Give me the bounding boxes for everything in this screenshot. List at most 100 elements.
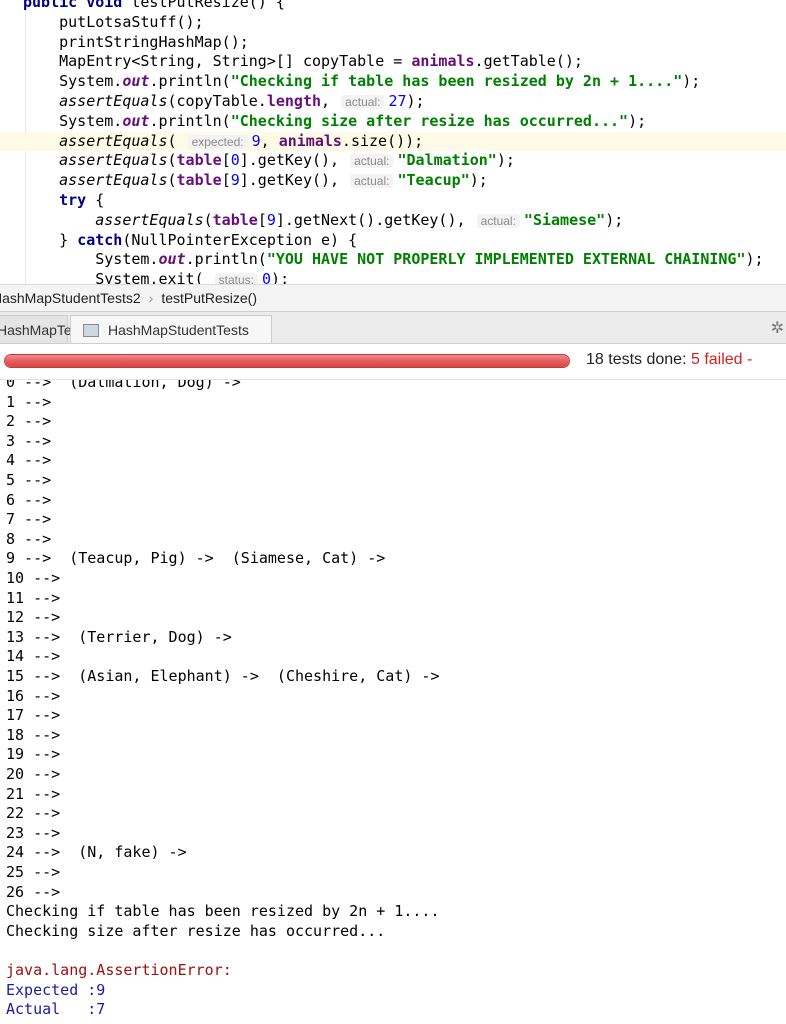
code-token: ); [496,151,515,170]
console-table-line: 21 --> [6,784,61,803]
code-line: assertEquals(table[9].getNext().getKey()… [0,211,786,231]
console-table-line: 23 --> [6,823,61,842]
console-table-line: 14 --> [6,647,61,666]
parameter-hint: actual: [476,213,520,228]
code-line: assertEquals(table[0].getKey(), actual: "… [0,151,786,171]
assertion-error-header: java.lang.AssertionError: [6,961,232,979]
code-line: assertEquals(copyTable.length, actual: 27… [0,92,786,112]
expected-value-line: Expected :9 [6,980,106,999]
console-output[interactable]: 0 --> (Dalmation, Dog) -> 1 --> 2 --> 3 -->… [0,380,786,1024]
code-line: assertEquals(table[9].getKey(), actual: "… [0,171,786,191]
console-table-line: 22 --> [6,804,61,823]
console-table-line: 3 --> [6,431,52,450]
code-token: 9 [266,210,276,229]
console-table-line: 25 --> [6,863,61,881]
code-line: try { [0,191,786,211]
tab-hashmaptest[interactable]: HashMapTest [0,315,83,343]
code-line: assertEquals( expected: 9, animals.size()… [0,131,786,152]
code-token: ); [406,92,425,110]
code-token: } [23,230,78,249]
code-line: System.exit( status: 0); [0,270,786,284]
breadcrumb-method[interactable]: testPutResize() [161,285,257,311]
code-token: catch [77,230,123,249]
parameter-hint: status: [214,273,259,284]
console-table-line: 26 --> [6,882,61,901]
code-token: length [266,92,322,110]
console-table-line: 2 --> [6,412,52,431]
console-message-line: Checking size after resize has occurred.… [6,921,386,940]
code-token: System. [23,111,123,130]
gear-icon[interactable]: ✲ [771,318,784,338]
code-token: (NullPointerException e) { [122,230,358,249]
code-token: .getTable(); [474,52,583,71]
run-tabs-bar: HashMapTest HashMapStudentTests ✲ [0,312,786,344]
breadcrumb-separator-icon: › [148,290,154,306]
code-token: try [23,191,96,209]
code-token: animals [278,131,342,150]
code-token: "Teacup" [397,171,470,190]
code-token: ); [745,250,764,269]
status-suffix: - [742,351,753,368]
code-token: MapEntry<String, String>[] copyTable = [23,52,412,71]
console-table-line: 10 --> [6,569,61,587]
tab-hashmapstudenttests[interactable]: HashMapStudentTests [70,315,272,343]
code-token: animals [411,52,475,71]
code-token: public void [23,0,132,11]
code-token: , [260,131,279,150]
code-token: [ [221,151,231,170]
code-token: out [122,72,150,91]
parameter-hint: actual: [350,174,394,189]
console-table-line: 11 --> [6,588,61,607]
code-token: table [176,151,222,170]
code-token: .println( [185,250,267,269]
code-line: printStringHashMap(); [0,33,786,53]
code-token: { [95,191,105,209]
code-token: assertEquals [59,92,168,110]
code-token: 9 [230,171,240,190]
code-token: 0 [230,151,240,170]
code-line: } catch(NullPointerException e) { [0,231,786,251]
code-token: "Siamese" [523,210,606,229]
code-token: [ [221,171,231,190]
code-token: 27 [388,92,407,110]
test-progress-fill [5,355,569,367]
code-token: .println( [149,72,231,91]
code-token: ].getKey(), [239,151,349,170]
code-token: ].getNext().getKey(), [275,210,475,229]
code-token: assertEquals [59,171,168,190]
code-token: System. [23,72,123,91]
code-token: "Dalmation" [397,151,497,170]
console-table-line: 8 --> [6,529,52,548]
console-table-line: 19 --> [6,745,61,764]
code-line: putLotsaStuff(); [0,13,786,33]
console-table-line: 4 --> [6,451,52,470]
console-table-line: 7 --> [6,510,52,529]
code-token: ( [203,210,213,229]
code-token: ( [167,171,177,190]
code-line: System.out.println("YOU HAVE NOT PROPERL… [0,250,786,270]
code-token: System. [23,250,159,269]
code-token: ); [605,210,624,229]
code-token: ); [628,111,647,130]
console-table-line: 12 --> [6,608,61,627]
code-line: System.out.println("Checking if table ha… [0,72,786,92]
code-token: out [122,111,150,130]
code-token: "Checking size after resize has occurred… [230,111,629,130]
code-token: table [176,171,222,190]
console-table-line: 18 --> [6,725,61,744]
code-token: (copyTable. [167,92,267,110]
code-token: ].getKey(), [239,171,349,190]
code-token: table [212,210,258,229]
breadcrumb: HashMapStudentTests2 › testPutResize() [0,284,786,312]
console-table-line: 9 --> (Teacup, Pig) -> (Siamese, Cat) -> [6,549,386,568]
code-token: ); [271,270,290,284]
code-token: [ [257,210,267,229]
code-editor[interactable]: public void testPutResize() { putLotsaSt… [0,0,786,284]
code-token: testPutResize() { [131,0,285,11]
code-token: 0 [262,270,272,284]
breadcrumb-class[interactable]: HashMapStudentTests2 [0,285,141,311]
